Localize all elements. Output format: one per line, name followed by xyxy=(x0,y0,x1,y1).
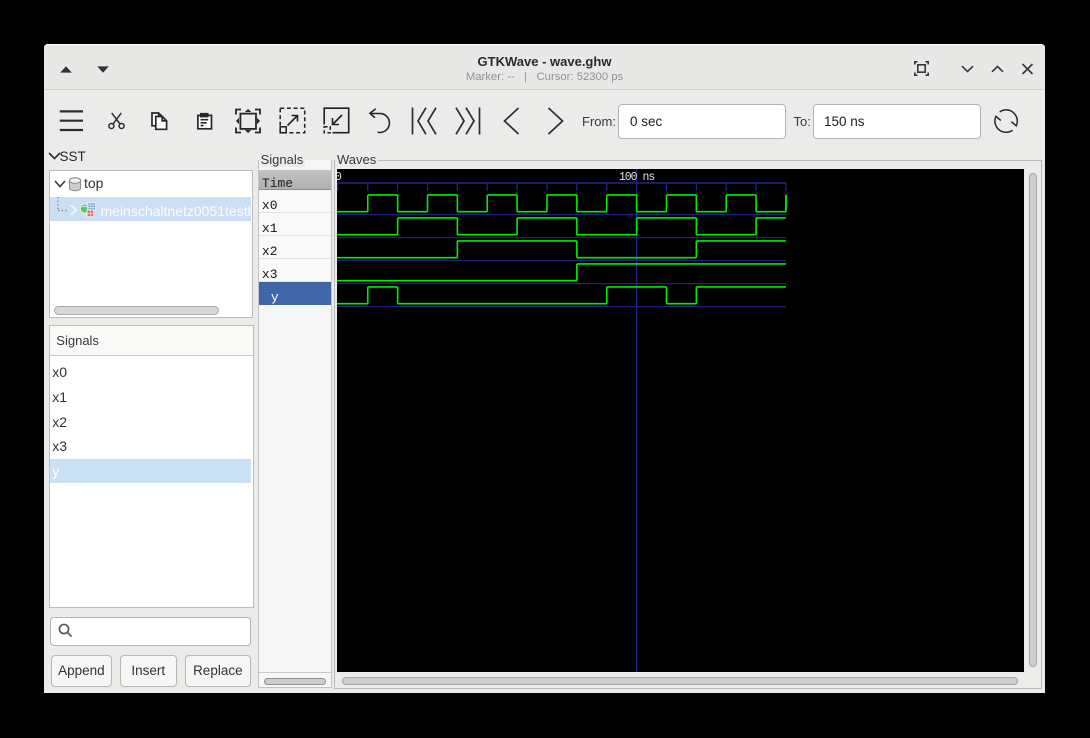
svg-text:100 ns: 100 ns xyxy=(618,171,654,184)
svg-text:0: 0 xyxy=(337,171,342,184)
